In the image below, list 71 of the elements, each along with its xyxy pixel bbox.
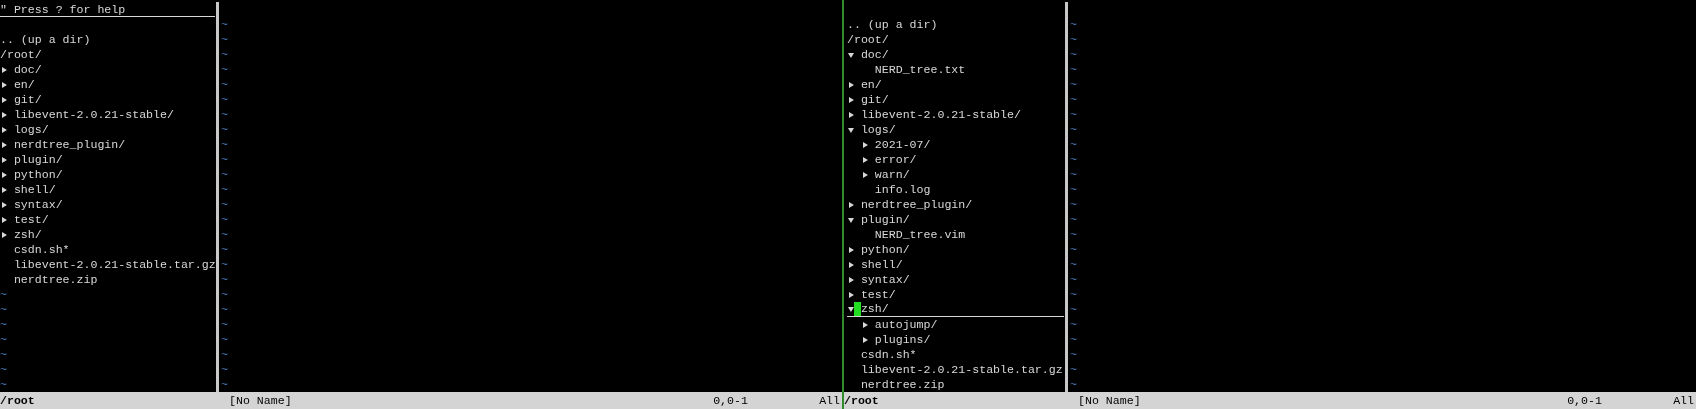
empty-line-marker: ~: [1070, 301, 1077, 318]
cursor-position: 0,0-1: [713, 392, 749, 409]
file-name-status: [No Name]: [229, 392, 293, 409]
empty-line-marker: ~: [221, 181, 228, 198]
empty-line-marker: ~: [221, 346, 228, 363]
empty-line-marker: ~: [1070, 91, 1077, 108]
help-hint: " Press ? for help: [0, 2, 215, 17]
text-cursor: [853, 302, 861, 316]
file-name-status: [No Name]: [1078, 392, 1142, 409]
empty-line-marker: ~: [221, 196, 228, 213]
empty-line-marker: ~: [1070, 121, 1077, 138]
empty-line-marker: ~: [1070, 151, 1077, 168]
empty-line-marker: ~: [221, 361, 228, 378]
scroll-position: All: [819, 392, 841, 409]
empty-line-marker: ~: [1070, 196, 1077, 213]
empty-line-marker: ~: [1070, 46, 1077, 63]
empty-line-marker: ~: [221, 61, 228, 78]
empty-line-marker: ~: [1070, 16, 1077, 33]
empty-line-marker: ~: [0, 301, 7, 318]
empty-line-marker: ~: [1070, 166, 1077, 183]
empty-line-marker: ~: [0, 331, 7, 348]
empty-line-marker: ~: [1070, 316, 1077, 333]
empty-line-marker: ~: [1070, 181, 1077, 198]
empty-line-marker: ~: [221, 106, 228, 123]
empty-line-marker: ~: [1070, 31, 1077, 48]
empty-line-marker: ~: [1070, 376, 1077, 393]
empty-line-marker: ~: [1070, 286, 1077, 303]
empty-line-marker: ~: [0, 361, 7, 378]
empty-line-marker: ~: [1070, 256, 1077, 273]
empty-line-marker: ~: [0, 286, 7, 303]
empty-line-marker: ~: [221, 271, 228, 288]
empty-line-marker: ~: [221, 76, 228, 93]
empty-line-marker: ~: [1070, 346, 1077, 363]
empty-line-marker: ~: [1070, 76, 1077, 93]
empty-line-marker: ~: [0, 346, 7, 363]
empty-line-marker: ~: [1070, 136, 1077, 153]
empty-line-marker: ~: [0, 376, 7, 393]
parent-directory-link[interactable]: .. (up a dir): [0, 30, 91, 49]
empty-line-marker: ~: [221, 166, 228, 183]
empty-line-marker: ~: [1070, 106, 1077, 123]
empty-line-marker: ~: [221, 286, 228, 303]
empty-line-marker: ~: [221, 46, 228, 63]
empty-line-marker: ~: [1070, 226, 1077, 243]
empty-line-marker: ~: [221, 331, 228, 348]
empty-line-marker: ~: [1070, 271, 1077, 288]
empty-line-marker: ~: [221, 301, 228, 318]
cursor-position: 0,0-1: [1567, 392, 1603, 409]
empty-line-marker: ~: [1070, 331, 1077, 348]
tree-status-path: /root: [0, 392, 36, 409]
root-directory: /root/: [847, 31, 889, 48]
empty-line-marker: ~: [1070, 241, 1077, 258]
scroll-position: All: [1673, 392, 1695, 409]
empty-line-marker: ~: [1070, 61, 1077, 78]
parent-directory-link[interactable]: .. (up a dir): [847, 15, 938, 34]
empty-line-marker: ~: [221, 31, 228, 48]
empty-line-marker: ~: [221, 376, 228, 393]
empty-line-marker: ~: [221, 211, 228, 228]
empty-line-marker: ~: [221, 151, 228, 168]
empty-line-marker: ~: [1070, 211, 1077, 228]
tree-status-path: /root: [844, 392, 880, 409]
empty-line-marker: ~: [221, 136, 228, 153]
empty-line-marker: ~: [221, 121, 228, 138]
empty-line-marker: ~: [221, 91, 228, 108]
root-directory: /root/: [0, 46, 42, 63]
empty-line-marker: ~: [221, 256, 228, 273]
empty-line-marker: ~: [221, 241, 228, 258]
empty-line-marker: ~: [221, 316, 228, 333]
empty-line-marker: ~: [0, 316, 7, 333]
empty-line-marker: ~: [221, 226, 228, 243]
empty-line-marker: ~: [1070, 361, 1077, 378]
empty-line-marker: ~: [221, 16, 228, 33]
